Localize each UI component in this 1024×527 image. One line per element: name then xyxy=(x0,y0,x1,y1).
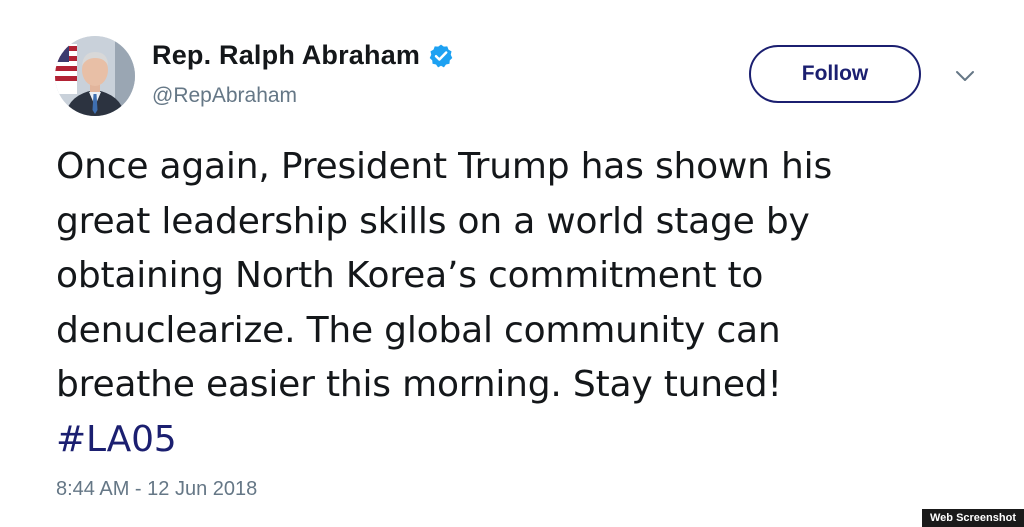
verified-badge-icon xyxy=(428,43,454,69)
author-name-row: Rep. Ralph Abraham xyxy=(152,40,454,71)
tweet-text-line: breathe easier this morning. Stay tuned! xyxy=(56,364,782,405)
watermark-badge: Web Screenshot xyxy=(922,509,1024,527)
hashtag-link[interactable]: #LA05 xyxy=(56,419,177,460)
tweet-text: Once again, President Trump has shown hi… xyxy=(56,140,996,467)
tweet-card: Rep. Ralph Abraham @RepAbraham Follow On… xyxy=(0,0,1024,527)
follow-button[interactable]: Follow xyxy=(749,45,921,103)
author-display-name[interactable]: Rep. Ralph Abraham xyxy=(152,40,420,71)
tweet-text-line: Once again, President Trump has shown hi… xyxy=(56,146,833,187)
chevron-down-icon[interactable] xyxy=(953,66,977,86)
tweet-timestamp[interactable]: 8:44 AM - 12 Jun 2018 xyxy=(56,478,257,501)
tweet-text-line: obtaining North Korea’s commitment to xyxy=(56,255,764,296)
profile-photo xyxy=(55,36,135,116)
avatar[interactable] xyxy=(55,36,135,116)
tweet-text-line: great leadership skills on a world stage… xyxy=(56,200,810,242)
tweet-text-line: denuclearize. The global community can xyxy=(56,309,781,351)
author-handle[interactable]: @RepAbraham xyxy=(152,84,297,108)
